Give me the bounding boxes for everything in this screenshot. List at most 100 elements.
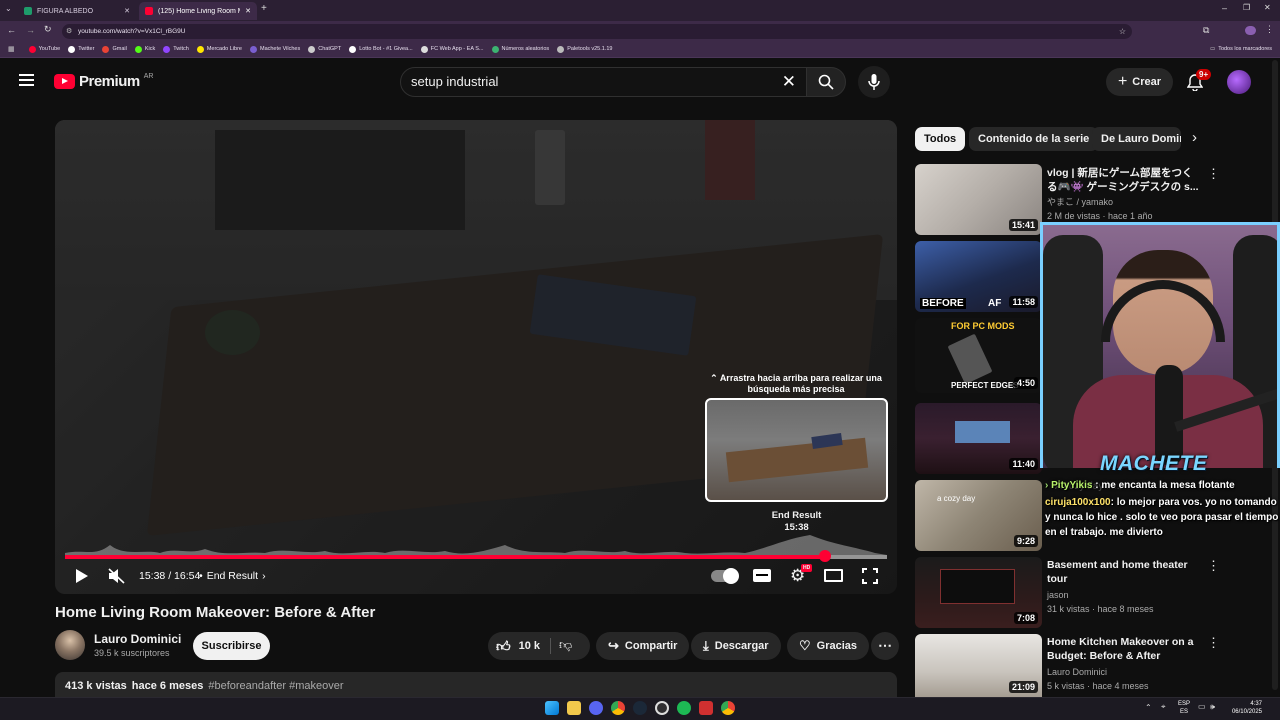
chip-series[interactable]: Contenido de la serie: [969, 127, 1099, 151]
chrome-icon[interactable]: [611, 701, 625, 715]
close-icon[interactable]: ✕: [124, 7, 130, 15]
obs-icon[interactable]: [655, 701, 669, 715]
bookmark-twitter[interactable]: Twitter: [68, 45, 94, 53]
window-maximize-icon[interactable]: ❐: [1243, 3, 1250, 12]
bookmark-fcwebapp[interactable]: FC Web App - EA S...: [420, 45, 484, 53]
browser-menu-icon[interactable]: ⋮: [1265, 24, 1274, 35]
window-minimize-icon[interactable]: –: [1222, 3, 1227, 13]
site-info-icon[interactable]: ⚙: [66, 24, 72, 39]
rec-thumbnail[interactable]: BEFORE AF 11:58: [915, 241, 1042, 312]
bookmark-star-icon[interactable]: ☆: [1119, 24, 1126, 39]
share-button[interactable]: ↪ Compartir: [596, 632, 690, 660]
new-tab-icon[interactable]: +: [261, 3, 267, 14]
tab-list-chevron-icon[interactable]: ⌄: [5, 4, 12, 13]
create-button[interactable]: + Crear: [1106, 68, 1173, 96]
bookmark-mercadolibre[interactable]: Mercado Libre: [196, 45, 242, 53]
channel-avatar[interactable]: [55, 630, 85, 660]
bookmark-chatgpt[interactable]: ChatGPT: [308, 45, 341, 53]
youtube-logo[interactable]: Premium AR: [54, 73, 153, 90]
chip-channel[interactable]: De Lauro Domini: [1092, 127, 1181, 151]
rec-more-icon[interactable]: ⋮: [1207, 635, 1220, 651]
window-close-icon[interactable]: ✕: [1264, 3, 1271, 12]
bookmark-youtube[interactable]: YouTube: [28, 45, 60, 53]
channel-name[interactable]: Lauro Dominici: [94, 632, 181, 646]
network-icon[interactable]: ▭: [1198, 702, 1206, 711]
language-indicator[interactable]: ESP ES: [1178, 700, 1190, 716]
clock[interactable]: 4:37 06/10/2025: [1222, 700, 1262, 716]
hashtags[interactable]: #beforeandafter #makeover: [208, 680, 343, 692]
rec-title[interactable]: vlog | 新居にゲーム部屋をつく る🎮👾 ゲーミングデスクの s...: [1047, 166, 1207, 194]
more-actions-button[interactable]: ⋯: [871, 632, 899, 660]
rec-more-icon[interactable]: ⋮: [1207, 166, 1220, 182]
volume-icon[interactable]: 🕪︎: [1210, 702, 1215, 712]
bookmarks-all-folder[interactable]: ▭ Todos los marcadores: [1210, 46, 1272, 52]
chip-todos[interactable]: Todos: [915, 127, 966, 151]
apps-grid-icon[interactable]: ▦: [8, 45, 15, 53]
clear-search-icon[interactable]: ✕: [782, 68, 796, 96]
forward-arrow-icon[interactable]: →: [26, 25, 35, 35]
windows-start-icon[interactable]: [545, 701, 559, 715]
mute-button[interactable]: [108, 568, 126, 584]
rec-thumbnail[interactable]: 15:41: [915, 164, 1042, 235]
bookmark-paletools[interactable]: Paletools v25.1.19: [557, 45, 612, 53]
bookmark-machete[interactable]: Machete Vilches: [249, 45, 300, 53]
rec-title[interactable]: Home Kitchen Makeover on a Budget: Before…: [1047, 635, 1207, 663]
notifications-button[interactable]: 9+: [1185, 69, 1212, 92]
thumbnail-shape: [955, 421, 1010, 443]
rec-thumbnail[interactable]: 21:09: [915, 634, 1042, 697]
close-icon[interactable]: ✕: [245, 7, 251, 15]
rec-title[interactable]: Basement and home theater tour: [1047, 558, 1207, 586]
bookmark-twitch[interactable]: Twitch: [163, 45, 189, 53]
play-button[interactable]: [75, 568, 93, 584]
bookmark-numeros[interactable]: Números aleatorios: [491, 45, 549, 53]
subscribe-button[interactable]: Suscribirse: [193, 632, 270, 660]
chips-next-chevron-icon[interactable]: ›: [1192, 129, 1197, 146]
bookmark-icon: [249, 45, 257, 53]
bookmark-gmail[interactable]: Gmail: [102, 45, 127, 53]
hamburger-menu-icon[interactable]: [19, 74, 34, 86]
steam-icon[interactable]: [633, 701, 647, 715]
autoplay-toggle[interactable]: [711, 568, 739, 584]
browser-tab-bar: ⌄ FIGURA ALBEDO ✕ (125) Home Living Room…: [0, 0, 1280, 21]
chrome-profile-icon[interactable]: [721, 701, 735, 715]
browser-tab-youtube[interactable]: (125) Home Living Room Make ✕: [139, 2, 257, 20]
description-box[interactable]: 413 k vistas hace 6 meses #beforeandafte…: [55, 672, 897, 697]
theater-mode-button[interactable]: [824, 569, 843, 582]
profile-avatar[interactable]: [1245, 26, 1256, 35]
voice-search-button[interactable]: [858, 66, 890, 98]
file-explorer-icon[interactable]: [567, 701, 581, 715]
rec-more-icon[interactable]: ⋮: [1207, 558, 1220, 574]
rec-channel[interactable]: jason: [1047, 589, 1069, 602]
video-player[interactable]: ⌃ Arrastra hacia arriba para realizar un…: [55, 120, 897, 594]
browser-tab-figura[interactable]: FIGURA ALBEDO ✕: [18, 2, 136, 20]
fullscreen-button[interactable]: [862, 568, 878, 584]
rec-thumbnail[interactable]: 11:40: [915, 403, 1042, 474]
search-input[interactable]: setup industrial ✕: [400, 67, 807, 97]
spotify-icon[interactable]: [677, 701, 691, 715]
bookmark-kick[interactable]: Kick: [134, 45, 155, 53]
download-button[interactable]: ⤓ Descargar: [691, 632, 781, 660]
bookmark-lottobot[interactable]: Lotto Bot - #1 Givea...: [349, 45, 413, 53]
extensions-icon[interactable]: ⧉: [1203, 25, 1209, 36]
address-bar[interactable]: ⚙ youtube.com/watch?v=Vx1Cl_rBG9U ☆: [62, 24, 1132, 39]
tray-location-icon[interactable]: ⌖: [1161, 702, 1166, 712]
dislike-button[interactable]: 👎︎: [559, 637, 572, 653]
app-icon[interactable]: [699, 701, 713, 715]
reload-icon[interactable]: ↻: [44, 24, 52, 35]
back-arrow-icon[interactable]: ←: [7, 25, 16, 35]
search-button[interactable]: [806, 67, 846, 97]
subtitles-button[interactable]: [753, 569, 771, 582]
discord-icon[interactable]: [589, 701, 603, 715]
like-button[interactable]: 👍︎ 10 k: [496, 632, 540, 660]
tray-chevron-icon[interactable]: ⌃: [1145, 703, 1152, 712]
account-avatar[interactable]: [1227, 70, 1251, 94]
chapter-button[interactable]: • End Result ›: [199, 570, 266, 582]
thanks-button[interactable]: ♡ Gracias: [787, 632, 870, 660]
rec-thumbnail[interactable]: a cozy day 9:28: [915, 480, 1042, 551]
divider: [550, 638, 551, 654]
rec-channel[interactable]: Lauro Dominici: [1047, 666, 1107, 679]
rec-thumbnail[interactable]: 7:08: [915, 557, 1042, 628]
settings-button[interactable]: ⚙ HD: [790, 564, 813, 585]
rec-thumbnail[interactable]: FOR PC MODS PERFECT EDGES 4:50: [915, 318, 1042, 393]
rec-channel[interactable]: やまこ / yamako: [1047, 196, 1113, 209]
